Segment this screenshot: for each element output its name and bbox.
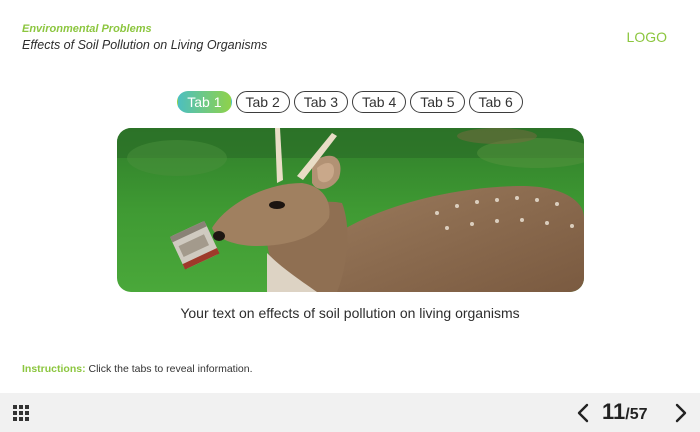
grid-menu-icon[interactable] xyxy=(12,404,30,422)
tab-6[interactable]: Tab 6 xyxy=(468,91,523,113)
tab-bar: Tab 1 Tab 2 Tab 3 Tab 4 Tab 5 Tab 6 xyxy=(0,91,700,113)
instructions: Instructions: Click the tabs to reveal i… xyxy=(22,363,253,375)
instructions-label: Instructions: xyxy=(22,363,86,375)
tab-5[interactable]: Tab 5 xyxy=(410,91,465,113)
total-slides-number: 57 xyxy=(629,406,648,423)
slide-title: Effects of Soil Pollution on Living Orga… xyxy=(22,38,268,52)
tab-3[interactable]: Tab 3 xyxy=(293,91,348,113)
tab-1[interactable]: Tab 1 xyxy=(177,91,232,113)
tab-4[interactable]: Tab 4 xyxy=(352,91,407,113)
tab-2[interactable]: Tab 2 xyxy=(235,91,290,113)
deer-photo xyxy=(117,128,584,292)
slide-counter: 11/57 xyxy=(602,399,648,427)
chevron-left-icon[interactable] xyxy=(574,402,592,424)
player-footer: 11/57 xyxy=(0,393,700,432)
course-title: Environmental Problems xyxy=(22,23,152,35)
current-slide-number: 11 xyxy=(602,399,626,424)
logo: LOGO xyxy=(626,29,667,45)
tab-content-text: Your text on effects of soil pollution o… xyxy=(180,305,520,321)
instructions-text: Click the tabs to reveal information. xyxy=(88,363,253,375)
chevron-right-icon[interactable] xyxy=(672,402,690,424)
slide: Environmental Problems Effects of Soil P… xyxy=(0,0,700,393)
